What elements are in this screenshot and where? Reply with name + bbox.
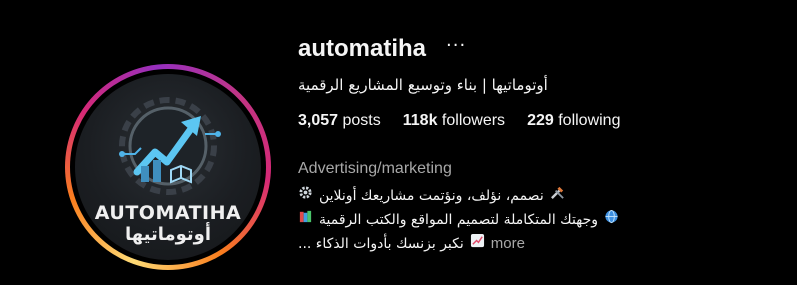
chart-up-icon: [470, 232, 485, 256]
avatar-story-ring[interactable]: AUTOMATIHA أوتوماتيها: [65, 64, 271, 270]
bio-more-link[interactable]: more: [491, 232, 525, 256]
tools-icon: [550, 184, 565, 208]
posts-label: posts: [342, 112, 381, 129]
posts-count: 3,057: [298, 112, 339, 129]
books-icon: [298, 208, 313, 232]
profile-stats: 3,057 posts 118k followers 229 following: [298, 112, 620, 130]
logo-text-arabic: أوتوماتيها: [124, 224, 212, 245]
followers-label: followers: [441, 112, 506, 129]
profile-full-name: أوتوماتيها | بناء وتوسيع المشاريع الرقمي…: [298, 76, 548, 94]
more-options-icon[interactable]: ···: [446, 37, 466, 61]
gear-icon: [298, 184, 313, 208]
avatar[interactable]: AUTOMATIHA أوتوماتيها: [75, 74, 261, 260]
following-label: following: [558, 112, 621, 129]
username-row: automatiha ···: [298, 32, 466, 66]
bio-text-line-3: نكبر بزنسك بأدوات الذكاء ...: [298, 236, 464, 252]
logo-text-english: AUTOMATIHA: [94, 202, 242, 224]
following-count: 229: [527, 112, 554, 129]
posts-stat[interactable]: 3,057 posts: [298, 112, 381, 130]
profile-page: AUTOMATIHA أوتوماتيها automatiha ··· أوت…: [0, 0, 797, 285]
following-stat[interactable]: 229 following: [527, 112, 620, 130]
bio-line-3: نكبر بزنسك بأدوات الذكاء ... more: [298, 232, 619, 256]
bio-line-2: وجهتك المتكاملة لتصميم المواقع والكتب ال…: [298, 208, 619, 232]
bio-text-line-1: نصمم، نؤلف، ونؤتمت مشاريعك أونلاين: [319, 188, 544, 204]
globe-icon: [604, 208, 619, 232]
username[interactable]: automatiha: [298, 35, 426, 63]
bio-text-line-2: وجهتك المتكاملة لتصميم المواقع والكتب ال…: [319, 212, 599, 228]
profile-bio: نصمم، نؤلف، ونؤتمت مشاريعك أونلاين وجهتك…: [298, 184, 619, 256]
followers-count: 118k: [402, 112, 438, 129]
bio-line-1: نصمم، نؤلف، ونؤتمت مشاريعك أونلاين: [298, 184, 619, 208]
followers-stat[interactable]: 118k followers: [403, 112, 505, 130]
profile-category: Advertising/marketing: [298, 160, 452, 177]
